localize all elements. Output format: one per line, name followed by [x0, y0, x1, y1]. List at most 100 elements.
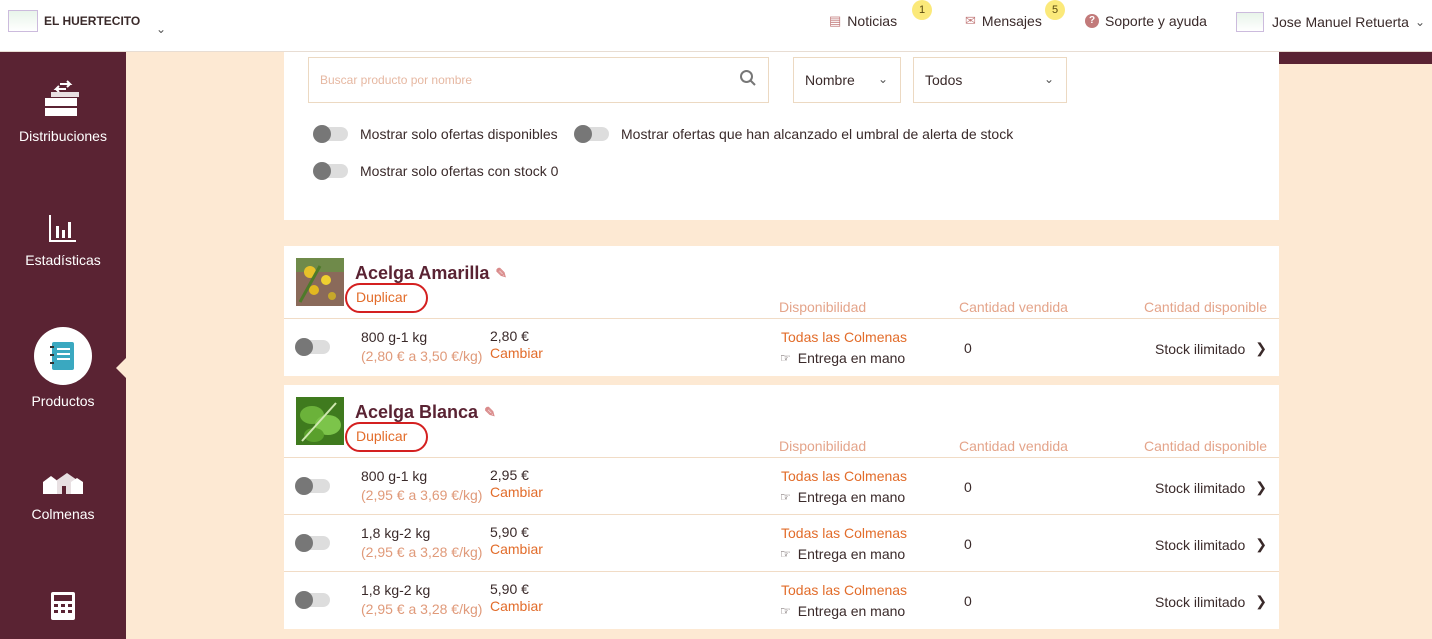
duplicate-label: Duplicar [356, 428, 408, 444]
offer-price: 2,95 € [490, 467, 529, 483]
product-header: Acelga Amarilla ✎ Duplicar Disponibilida… [284, 246, 1279, 319]
news-link[interactable]: ▤ Noticias [829, 13, 897, 29]
offer-price: 2,80 € [490, 328, 529, 344]
chevron-down-icon[interactable]: ⌄ [156, 22, 166, 36]
sidebar-item-distribuciones[interactable]: Distribuciones [0, 80, 126, 144]
filter-panel: Nombre ⌄ Todos ⌄ Mostrar solo ofertas di… [284, 52, 1279, 220]
scope-select[interactable]: Todos ⌄ [913, 57, 1067, 103]
news-label: Noticias [847, 13, 898, 29]
offer-row: 800 g-1 kg (2,80 € a 3,50 €/kg) 2,80 € C… [284, 319, 1279, 376]
duplicate-button[interactable]: Duplicar [345, 422, 428, 452]
product-thumbnail [296, 258, 344, 306]
offer-price-per-kg: (2,95 € a 3,69 €/kg) [361, 487, 483, 503]
header-strip [1279, 52, 1432, 64]
question-icon: ? [1085, 14, 1099, 28]
notebook-icon [50, 342, 74, 370]
delivery-label: Entrega en mano [797, 546, 906, 562]
search-icon[interactable] [728, 69, 768, 92]
brand[interactable]: EL HUERTECITO [8, 10, 140, 32]
availability-link[interactable]: Todas las Colmenas [781, 582, 907, 598]
duplicate-button[interactable]: Duplicar [345, 283, 428, 313]
sidebar-item-productos[interactable]: Productos [0, 327, 126, 409]
help-link[interactable]: ? Soporte y ayuda [1085, 13, 1207, 29]
product-name-text: Acelga Amarilla [355, 263, 490, 283]
chevron-right-icon: ❯ [1255, 536, 1267, 552]
sidebar-item-colmenas[interactable]: Colmenas [0, 470, 126, 522]
chevron-right-icon: ❯ [1255, 479, 1267, 495]
column-header-availability: Disponibilidad [779, 438, 867, 454]
stock-link[interactable]: Stock ilimitado ❯ [1155, 536, 1267, 553]
change-price-link[interactable]: Cambiar [490, 598, 543, 614]
stock-link[interactable]: Stock ilimitado ❯ [1155, 340, 1267, 357]
chevron-down-icon: ⌄ [877, 72, 888, 86]
offer-weight: 800 g-1 kg [361, 468, 428, 484]
stock-link[interactable]: Stock ilimitado ❯ [1155, 479, 1267, 496]
column-header-available-qty: Cantidad disponible [1144, 438, 1267, 454]
search-input[interactable] [320, 73, 728, 87]
chevron-right-icon: ❯ [1255, 593, 1267, 609]
change-price-link[interactable]: Cambiar [490, 541, 543, 557]
availability-link[interactable]: Todas las Colmenas [781, 329, 907, 345]
search-box [308, 57, 769, 103]
toggle-stock-alert-row: Mostrar ofertas que han alcanzado el umb… [574, 125, 1014, 143]
brand-name: EL HUERTECITO [44, 14, 141, 28]
column-header-availability: Disponibilidad [779, 299, 867, 315]
change-price-link[interactable]: Cambiar [490, 345, 543, 361]
edit-icon[interactable]: ✎ [484, 404, 496, 421]
brand-logo [8, 10, 38, 32]
top-bar: EL HUERTECITO ⌄ ▤ Noticias 1 ✉ Mensajes … [0, 0, 1432, 52]
hand-icon: ☞ [780, 490, 791, 504]
column-header-sold: Cantidad vendida [959, 299, 1068, 315]
offer-price: 5,90 € [490, 581, 529, 597]
toggle-stock-zero-label: Mostrar solo ofertas con stock 0 [360, 163, 559, 179]
sidebar-item-calculator[interactable] [0, 590, 126, 630]
user-menu[interactable]: Jose Manuel Retuerta ⌄ [1236, 12, 1425, 32]
product-card: Acelga Blanca ✎ Duplicar Disponibilidad … [284, 385, 1279, 629]
product-name: Acelga Blanca ✎ [355, 402, 496, 423]
messages-link[interactable]: ✉ Mensajes [965, 13, 1042, 29]
stock-label: Stock ilimitado [1155, 593, 1246, 610]
toggle-stock-zero[interactable] [313, 162, 348, 180]
product-thumbnail [296, 397, 344, 445]
offer-toggle[interactable] [295, 338, 330, 356]
offer-price-per-kg: (2,95 € a 3,28 €/kg) [361, 601, 483, 617]
offer-price-per-kg: (2,80 € a 3,50 €/kg) [361, 348, 483, 364]
chevron-down-icon: ⌄ [1414, 15, 1426, 29]
sidebar-label: Colmenas [31, 506, 95, 522]
stock-link[interactable]: Stock ilimitado ❯ [1155, 593, 1267, 610]
messages-label: Mensajes [981, 13, 1042, 29]
edit-icon[interactable]: ✎ [495, 265, 507, 282]
offer-toggle[interactable] [295, 534, 330, 552]
product-name-text: Acelga Blanca [355, 402, 479, 422]
offer-price-per-kg: (2,95 € a 3,28 €/kg) [361, 544, 483, 560]
availability-link[interactable]: Todas las Colmenas [781, 525, 907, 541]
houses-icon [43, 473, 83, 494]
sidebar-label: Productos [31, 393, 95, 409]
change-price-link[interactable]: Cambiar [490, 484, 543, 500]
sidebar-label: Distribuciones [19, 128, 107, 144]
column-header-available-qty: Cantidad disponible [1144, 299, 1267, 315]
sidebar-item-estadisticas[interactable]: Estadísticas [0, 212, 126, 268]
delivery-label: Entrega en mano [797, 489, 906, 505]
hand-icon: ☞ [780, 547, 791, 561]
sidebar: Distribuciones Estadísticas Productos Co… [0, 52, 126, 639]
toggle-available[interactable] [313, 125, 348, 143]
product-name: Acelga Amarilla ✎ [355, 263, 507, 284]
offer-toggle[interactable] [295, 591, 330, 609]
availability-link[interactable]: Todas las Colmenas [781, 468, 907, 484]
offer-row: 800 g-1 kg (2,95 € a 3,69 €/kg) 2,95 € C… [284, 458, 1279, 515]
delivery-label: Entrega en mano [797, 603, 906, 619]
delivery: ☞ Entrega en mano [780, 489, 905, 505]
sort-value: Nombre [805, 72, 855, 88]
delivery: ☞ Entrega en mano [780, 350, 905, 366]
news-badge: 1 [912, 0, 932, 20]
product-header: Acelga Blanca ✎ Duplicar Disponibilidad … [284, 385, 1279, 458]
help-label: Soporte y ayuda [1105, 13, 1207, 29]
offer-toggle[interactable] [295, 477, 330, 495]
toggle-stock-alert[interactable] [574, 125, 609, 143]
user-avatar [1236, 12, 1264, 32]
offer-price: 5,90 € [490, 524, 529, 540]
calculator-icon [51, 592, 75, 620]
sort-select[interactable]: Nombre ⌄ [793, 57, 901, 103]
toggle-stock-alert-label: Mostrar ofertas que han alcanzado el umb… [621, 126, 1014, 142]
